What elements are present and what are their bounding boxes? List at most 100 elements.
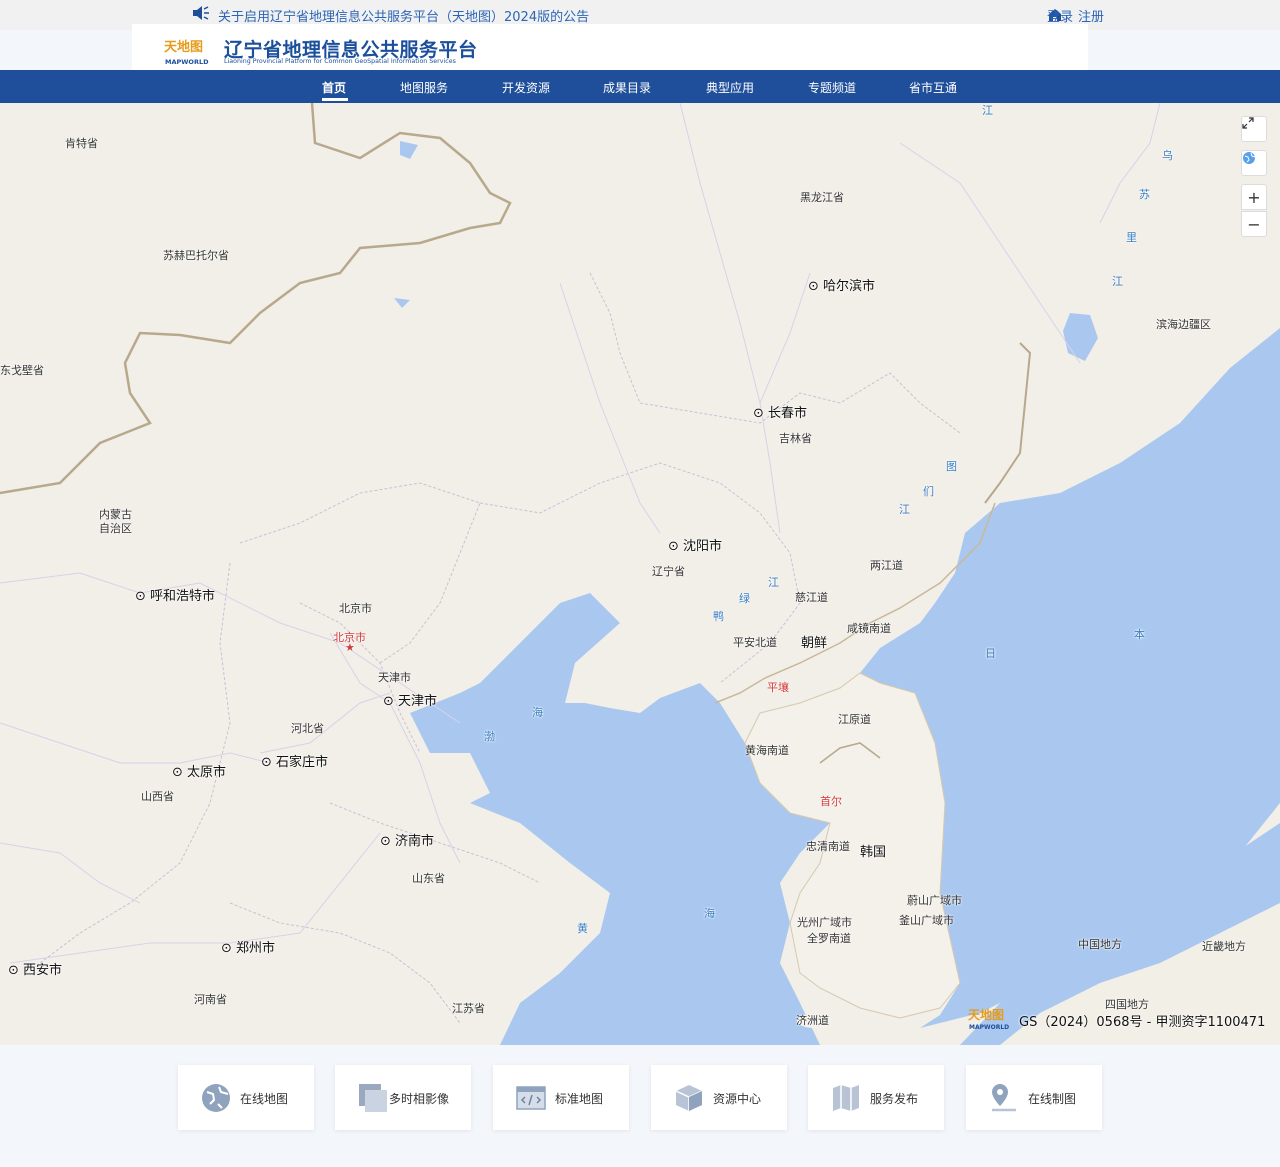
nav-active-indicator — [322, 98, 348, 101]
quicklink-online-map[interactable]: 在线地图 — [178, 1065, 314, 1130]
map-city-name: 天津市 — [398, 694, 438, 709]
tianditu-logo[interactable]: 天地图 MAPWORLD — [162, 36, 210, 66]
map-label: 朝鲜 — [801, 636, 828, 651]
zoom-in-button[interactable]: + — [1241, 184, 1267, 210]
water-label: 江 — [899, 503, 910, 516]
map-city-label: ⊙ 济南市 — [380, 834, 435, 849]
quicklink-standard-map[interactable]: 标准地图 — [493, 1065, 629, 1130]
map-label: 釜山广域市 — [899, 914, 954, 927]
water-label: 江 — [982, 104, 993, 117]
water-label: 里 — [1126, 231, 1137, 244]
map-city-name: 呼和浩特市 — [150, 589, 216, 604]
fullscreen-button[interactable] — [1241, 116, 1267, 142]
map-label: 河南省 — [194, 993, 227, 1006]
quicklink-label: 在线地图 — [240, 1092, 289, 1106]
water-label: 图 — [946, 460, 957, 473]
fullscreen-icon — [1242, 117, 1254, 129]
water-label: 本 — [1134, 628, 1145, 641]
map-label: 近畿地方 — [1202, 940, 1246, 953]
quicklink-label: 多时相影像 — [389, 1092, 450, 1106]
map-city-label: ⊙ 西安市 — [8, 963, 63, 978]
map-label: 东戈壁省 — [0, 364, 44, 377]
location-pin-icon — [992, 1084, 1016, 1112]
water-label: 们 — [923, 485, 934, 498]
layer-switch-button[interactable] — [1241, 150, 1267, 176]
logo-wordmark: MAPWORLD — [165, 58, 209, 66]
map-basemap — [0, 103, 1280, 1045]
water-label: 江 — [1112, 275, 1123, 288]
nav-home[interactable]: 首页 — [322, 79, 346, 96]
map-city-name: 太原市 — [187, 765, 227, 780]
quicklink-online-mapping[interactable]: 在线制图 — [966, 1065, 1102, 1130]
capital-star-icon: ★ — [345, 641, 355, 654]
map-city-label: ⊙ 郑州市 — [221, 941, 276, 956]
map-label: 天津市 — [378, 671, 411, 684]
water-label: 绿 — [739, 592, 750, 605]
map-label: 黑龙江省 — [800, 191, 844, 204]
water-label: 海 — [704, 907, 715, 920]
map-city-label: ⊙ 石家庄市 — [261, 755, 329, 770]
map-label: 黄海南道 — [745, 744, 789, 757]
map-city-label: ⊙ 太原市 — [172, 765, 227, 780]
map-canvas[interactable]: + − 肯特省 苏赫巴托尔省 东戈壁省 黑龙江省 ⊙ 哈尔滨市 ⊙ 长春市 吉林… — [0, 103, 1280, 1045]
map-label: 江苏省 — [452, 1002, 485, 1015]
tianditu-map-logo: 天地图 MAPWORLD — [968, 1007, 1009, 1031]
water-label: 渤 — [484, 730, 495, 743]
layers-icon — [359, 1084, 387, 1112]
map-label: 光州广域市 — [797, 916, 852, 929]
map-label: 苏赫巴托尔省 — [163, 249, 229, 262]
map-label: 河北省 — [291, 722, 324, 735]
main-nav: 首页 地图服务 开发资源 成果目录 典型应用 专题频道 省市互通 — [0, 70, 1280, 103]
quicklink-multi-temporal[interactable]: 多时相影像 — [335, 1065, 471, 1130]
quicklink-label: 资源中心 — [713, 1092, 762, 1106]
map-city-name: 郑州市 — [236, 941, 276, 956]
map-label: 山西省 — [141, 790, 174, 803]
map-label: 平安北道 — [733, 636, 777, 649]
map-city-name: 沈阳市 — [683, 539, 723, 554]
nav-dev-resources[interactable]: 开发资源 — [502, 79, 550, 96]
nav-catalog[interactable]: 成果目录 — [603, 79, 651, 96]
capital-label: 首尔 — [820, 795, 842, 808]
map-city-label: ⊙ 呼和浩特市 — [135, 589, 216, 604]
quicklink-service-publish[interactable]: 服务发布 — [808, 1065, 944, 1130]
map-label: 咸镜南道 — [847, 622, 891, 635]
water-label: 黄 — [577, 922, 588, 935]
map-label: 忠清南道 — [806, 840, 850, 853]
zoom-out-button[interactable]: − — [1241, 211, 1267, 237]
map-city-label: ⊙ 哈尔滨市 — [808, 279, 876, 294]
map-label: 山东省 — [412, 872, 445, 885]
nav-interconnect[interactable]: 省市互通 — [909, 79, 957, 96]
water-label: 苏 — [1139, 188, 1150, 201]
notice-link[interactable]: 关于启用辽宁省地理信息公共服务平台（天地图）2024版的公告 — [218, 6, 589, 25]
water-label: 乌 — [1162, 149, 1173, 162]
code-window-icon — [516, 1086, 546, 1110]
map-label: 吉林省 — [779, 432, 812, 445]
water-label: 鸭 — [713, 610, 724, 623]
map-city-label: ⊙ 沈阳市 — [668, 539, 723, 554]
map-city-name: 石家庄市 — [276, 755, 329, 770]
map-label: 济洲道 — [796, 1014, 829, 1027]
map-city-name: 济南市 — [395, 834, 435, 849]
map-attribution: GS（2024）0568号 - 甲测资字1100471 — [1019, 1015, 1266, 1030]
map-label: 中国地方 — [1078, 938, 1122, 951]
quicklink-label: 服务发布 — [870, 1092, 919, 1106]
map-city-name: 西安市 — [23, 963, 63, 978]
map-label: 滨海边疆区 — [1156, 318, 1211, 331]
login-link[interactable]: 登录 — [1047, 6, 1073, 25]
map-label: 辽宁省 — [652, 565, 685, 578]
svg-text:天地图: 天地图 — [164, 39, 203, 55]
map-label: 四国地方 — [1105, 998, 1149, 1011]
nav-map-services[interactable]: 地图服务 — [400, 79, 448, 96]
quicklink-resource-center[interactable]: 资源中心 — [651, 1065, 787, 1130]
site-subtitle: Liaoning Provincial Platform for Common … — [224, 58, 456, 65]
map-label: 两江道 — [870, 559, 903, 572]
nav-applications[interactable]: 典型应用 — [706, 79, 754, 96]
register-link[interactable]: 注册 — [1078, 6, 1104, 25]
map-city-label: ⊙ 长春市 — [753, 406, 808, 421]
globe-icon — [202, 1084, 230, 1112]
quicklink-label: 标准地图 — [555, 1092, 604, 1106]
quicklink-label: 在线制图 — [1028, 1092, 1077, 1106]
svg-text:天地图: 天地图 — [968, 1007, 1004, 1022]
map-label: 江原道 — [838, 713, 871, 726]
nav-topics[interactable]: 专题频道 — [808, 79, 856, 96]
